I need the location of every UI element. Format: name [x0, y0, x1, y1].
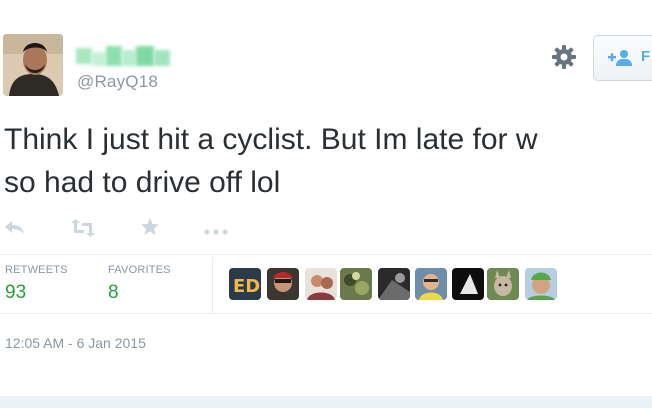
divider-top: [0, 254, 652, 255]
favoriter-avatar[interactable]: [378, 268, 410, 300]
favoriter-avatar[interactable]: [415, 268, 447, 300]
retweets-label: RETWEETS: [5, 264, 68, 276]
favorites-count: 8: [108, 282, 119, 303]
stats-separator: [212, 257, 213, 313]
favoriter-avatar[interactable]: [525, 268, 557, 300]
favorites-stat[interactable]: FAVORITES 8: [108, 264, 171, 304]
favoriter-avatar[interactable]: [452, 268, 484, 300]
retweets-count: 93: [5, 282, 27, 303]
footer-strip: [0, 396, 652, 408]
more-icon[interactable]: [203, 223, 229, 241]
favoriter-avatar[interactable]: [305, 268, 337, 300]
tweet-text-line-2: so had to drive off lol: [4, 166, 281, 199]
reply-icon[interactable]: [4, 220, 26, 241]
follow-label: F: [641, 48, 651, 65]
avatar[interactable]: [3, 34, 63, 96]
star-icon[interactable]: [140, 217, 160, 242]
favoriter-avatar[interactable]: [340, 268, 372, 300]
favoriter-avatar[interactable]: ED: [229, 268, 261, 300]
favorites-label: FAVORITES: [108, 264, 171, 276]
tweet-text-line-1: Think I just hit a cyclist. But Im late …: [4, 123, 538, 156]
display-name-blurred: [76, 44, 172, 68]
retweets-stat[interactable]: RETWEETS 93: [5, 264, 68, 304]
tweet-timestamp[interactable]: 12:05 AM - 6 Jan 2015: [5, 335, 146, 351]
divider-bottom: [0, 313, 652, 314]
gear-icon[interactable]: [549, 42, 579, 72]
add-user-icon: [608, 49, 634, 72]
favoriter-avatar[interactable]: [267, 268, 299, 300]
tweet-text: Think I just hit a cyclist. But Im late …: [4, 118, 652, 204]
favoriter-avatar[interactable]: [487, 268, 519, 300]
svg-text:ED: ED: [233, 276, 260, 297]
retweet-icon[interactable]: [70, 219, 96, 242]
tweet-card: @RayQ18 F Think I just hit a cyclist. Bu…: [0, 0, 652, 396]
user-handle[interactable]: @RayQ18: [77, 72, 158, 92]
follow-button[interactable]: F: [593, 35, 652, 81]
